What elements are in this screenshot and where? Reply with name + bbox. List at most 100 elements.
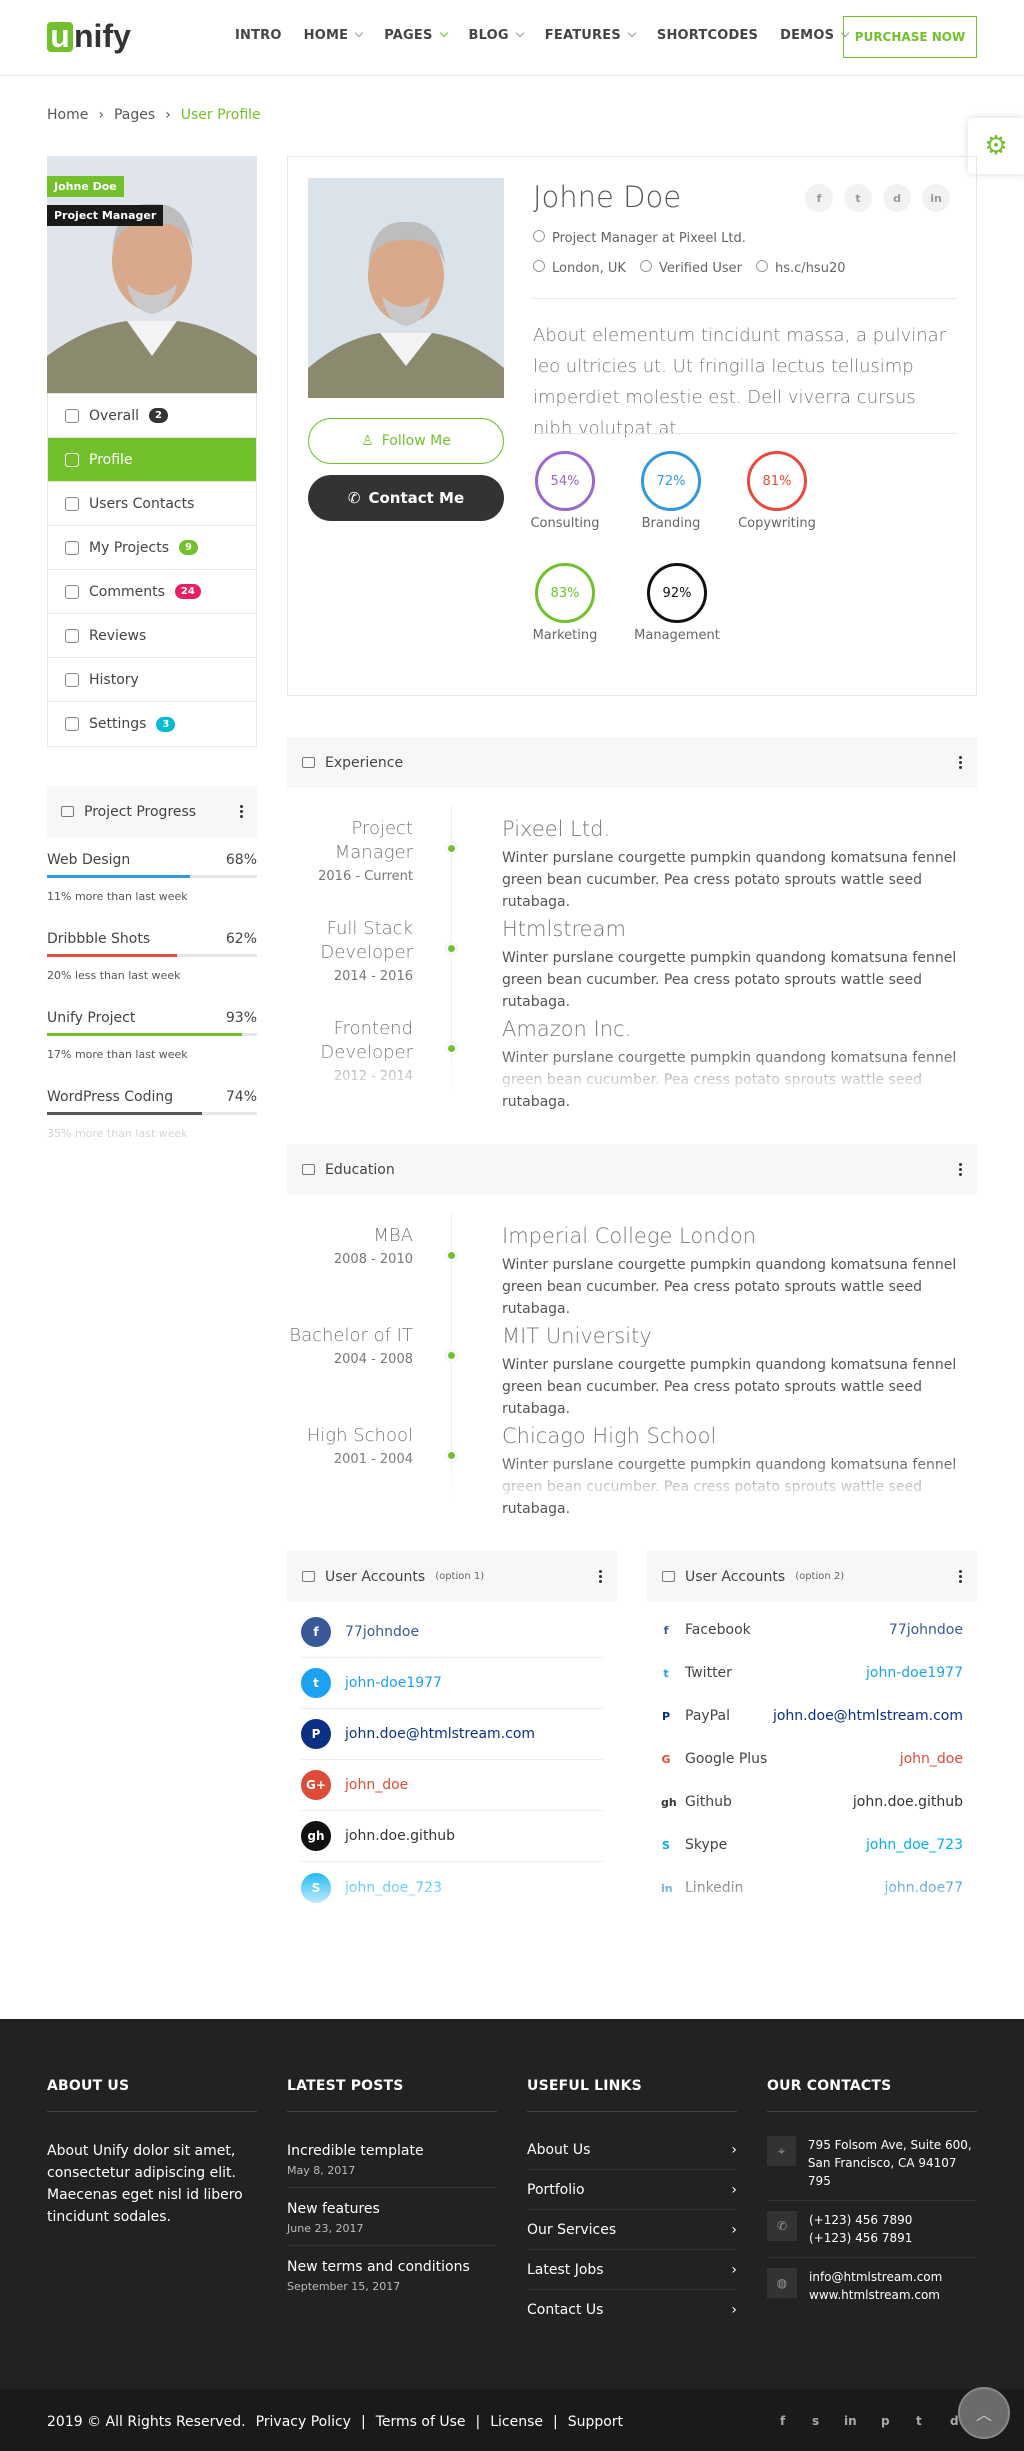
account-row[interactable]: f Facebook 77johndoe xyxy=(661,1609,963,1652)
account-value[interactable]: john.doe@htmlstream.com xyxy=(345,1726,535,1742)
account-row[interactable]: gh Github john.doe.github xyxy=(661,1781,963,1824)
account-row[interactable]: t Twitter john-doe1977 xyxy=(661,1652,963,1695)
social-icon: f xyxy=(663,1623,669,1637)
more-options-icon[interactable] xyxy=(959,1570,962,1583)
terms-link[interactable]: Terms of Use xyxy=(376,2414,466,2430)
contact-email[interactable]: info@htmlstream.com xyxy=(809,2268,942,2286)
account-value[interactable]: john.doe.github xyxy=(853,1794,963,1810)
menu-item-settings[interactable]: Settings 3 xyxy=(48,702,256,746)
more-options-icon[interactable] xyxy=(599,1570,602,1583)
nav-pages[interactable]: PAGES xyxy=(384,28,448,43)
breadcrumb-pages[interactable]: Pages xyxy=(114,107,155,123)
support-link[interactable]: Support xyxy=(568,2414,623,2430)
account-value[interactable]: john_doe xyxy=(345,1777,408,1793)
social-icon: gh xyxy=(661,1795,677,1809)
user-icon xyxy=(533,230,545,242)
footer-post[interactable]: Incredible template May 8, 2017 xyxy=(287,2140,497,2188)
profile-photo xyxy=(308,178,504,398)
skill-circle: 81% Copywriting xyxy=(738,451,816,531)
account-row[interactable]: t john-doe1977 xyxy=(301,1658,603,1709)
breadcrumb-home[interactable]: Home xyxy=(47,107,88,123)
menu-item-profile[interactable]: Profile xyxy=(48,438,256,482)
progress-note: 35% more than last week xyxy=(47,1127,188,1140)
contact-website[interactable]: www.htmlstream.com xyxy=(809,2286,942,2304)
divider xyxy=(533,433,957,434)
progress-percent: 62% xyxy=(225,931,257,947)
menu-item-history[interactable]: History xyxy=(48,658,256,702)
facebook-icon[interactable]: f xyxy=(805,184,833,212)
account-row[interactable]: S Skype john_doe_723 xyxy=(661,1824,963,1867)
account-value[interactable]: john.doe@htmlstream.com xyxy=(773,1708,963,1724)
account-row[interactable]: G Google Plus john_doe xyxy=(661,1738,963,1781)
breadcrumb-current: User Profile xyxy=(180,107,261,123)
pinterest-icon[interactable]: p xyxy=(881,2414,890,2428)
menu-item-my-projects[interactable]: My Projects 9 xyxy=(48,526,256,570)
footer-link[interactable]: Portfolio › xyxy=(527,2170,737,2210)
menu-item-users-contacts[interactable]: Users Contacts xyxy=(48,482,256,526)
profile-name: Johne Doe xyxy=(533,180,682,214)
footer-link[interactable]: About Us › xyxy=(527,2130,737,2170)
timeline-title: Htmlstream xyxy=(502,917,626,941)
footer-link[interactable]: Latest Jobs › xyxy=(527,2250,737,2290)
account-value[interactable]: john-doe1977 xyxy=(866,1665,963,1681)
menu-item-reviews[interactable]: Reviews xyxy=(48,614,256,658)
user-accounts-option1: User Accounts (option 1) f 77johndoe t jo… xyxy=(287,1551,617,1913)
account-value[interactable]: 77johndoe xyxy=(345,1624,419,1640)
twitter-icon[interactable]: t xyxy=(916,2414,922,2428)
menu-item-comments[interactable]: Comments 24 xyxy=(48,570,256,614)
more-options-icon[interactable] xyxy=(959,756,962,769)
skill-percent: 54% xyxy=(535,451,595,511)
linkedin-icon[interactable]: in xyxy=(844,2414,857,2428)
social-icon: P xyxy=(661,1709,671,1723)
timeline-description: Winter purslane courgette pumpkin quando… xyxy=(502,850,957,910)
contact-web: ◍ info@htmlstream.com www.htmlstream.com xyxy=(767,2258,977,2304)
account-row[interactable]: P PayPal john.doe@htmlstream.com xyxy=(661,1695,963,1738)
skill-circle: 72% Branding xyxy=(641,451,701,531)
account-value[interactable]: john_doe xyxy=(900,1751,963,1767)
purchase-button[interactable]: PURCHASE NOW xyxy=(843,16,977,58)
profile-link[interactable]: hs.c/hsu20 xyxy=(756,260,845,276)
progress-note: 20% less than last week xyxy=(47,969,181,982)
follow-button[interactable]: ♙ Follow Me xyxy=(308,418,504,464)
education-header: Education xyxy=(287,1144,977,1195)
nav-shortcodes[interactable]: SHORTCODES xyxy=(657,28,758,43)
contact-phone: ✆ (+123) 456 7890 (+123) 456 7891 xyxy=(767,2201,977,2258)
account-value[interactable]: 77johndoe xyxy=(889,1622,963,1638)
timeline-dot xyxy=(446,943,457,954)
account-value[interactable]: john.doe.github xyxy=(345,1828,455,1844)
nav-features[interactable]: FEATURES xyxy=(545,28,637,43)
progress-item: Web Design 68% 11% more than last week xyxy=(47,852,257,903)
account-row[interactable]: G+ john_doe xyxy=(301,1760,603,1811)
footer-post[interactable]: New terms and conditions September 15, 20… xyxy=(287,2246,497,2293)
menu-item-overall[interactable]: Overall 2 xyxy=(48,394,256,438)
nav-demos[interactable]: DEMOS xyxy=(780,28,850,43)
account-row[interactable]: f 77johndoe xyxy=(301,1607,603,1658)
skype-icon[interactable]: s xyxy=(812,2414,819,2428)
account-value[interactable]: john_doe_723 xyxy=(866,1837,963,1853)
license-link[interactable]: License xyxy=(490,2414,543,2430)
footer-link[interactable]: Our Services › xyxy=(527,2210,737,2250)
footer-link[interactable]: Contact Us › xyxy=(527,2290,737,2330)
footer-post[interactable]: New features June 23, 2017 xyxy=(287,2188,497,2246)
more-options-icon[interactable] xyxy=(959,1163,962,1176)
nav-intro[interactable]: INTRO xyxy=(235,28,282,43)
twitter-icon[interactable]: t xyxy=(844,184,872,212)
dribbble-icon[interactable]: d xyxy=(883,184,911,212)
linkedin-icon[interactable]: in xyxy=(922,184,950,212)
back-to-top-button[interactable]: ︿ xyxy=(958,2387,1010,2439)
more-options-icon[interactable] xyxy=(240,805,243,818)
account-row[interactable]: gh john.doe.github xyxy=(301,1811,603,1862)
facebook-icon[interactable]: f xyxy=(780,2414,785,2428)
nav-home[interactable]: HOME xyxy=(304,28,364,43)
progress-fill xyxy=(47,875,190,878)
account-row[interactable]: P john.doe@htmlstream.com xyxy=(301,1709,603,1760)
contact-button[interactable]: ✆ Contact Me xyxy=(308,475,504,521)
skill-label: Branding xyxy=(641,516,701,531)
logo-mark: u xyxy=(47,18,73,54)
account-value[interactable]: john-doe1977 xyxy=(345,1675,442,1691)
nav-blog[interactable]: BLOG xyxy=(469,28,525,43)
logo[interactable]: u nify xyxy=(47,18,131,55)
progress-fill xyxy=(47,1033,243,1036)
comment-icon xyxy=(65,584,79,599)
privacy-link[interactable]: Privacy Policy xyxy=(256,2414,351,2430)
